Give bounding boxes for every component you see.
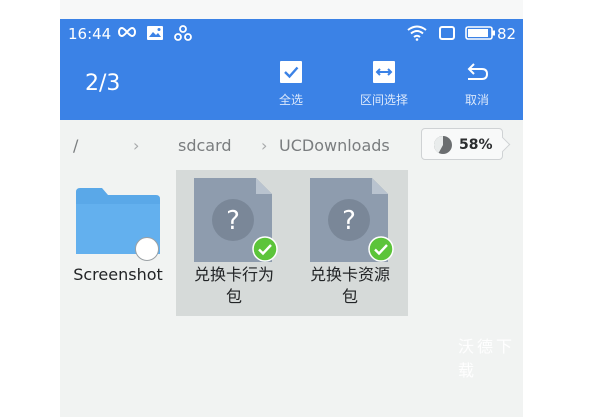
top-strip — [60, 0, 523, 19]
select-all-button[interactable]: 全选 — [251, 59, 331, 108]
file-name: Screenshot — [73, 265, 163, 284]
selection-count: 2/3 — [85, 71, 121, 96]
image-notification-icon — [147, 26, 163, 40]
chevron-right-icon: › — [261, 136, 268, 155]
chevron-right-icon: › — [133, 136, 140, 155]
breadcrumb-root[interactable]: / — [73, 136, 78, 155]
unselected-circle-icon[interactable] — [134, 236, 160, 262]
status-bar: 16:44 82 — [60, 19, 523, 49]
check-circle-icon[interactable] — [252, 236, 278, 262]
svg-text:?: ? — [226, 206, 240, 236]
status-time: 16:44 — [68, 25, 112, 43]
battery-icon — [465, 26, 495, 40]
range-select-icon — [373, 61, 395, 83]
file-name: 兑换卡资源 包 — [292, 264, 408, 308]
file-name-line-2: 包 — [341, 287, 358, 306]
storage-percent: 58% — [459, 137, 493, 153]
breadcrumb-sdcard[interactable]: sdcard — [178, 136, 232, 155]
file-name: 兑换卡行为 包 — [176, 264, 292, 308]
svg-text:?: ? — [342, 206, 356, 236]
watermark: 沃德下载 — [458, 337, 516, 380]
undo-icon — [467, 63, 489, 80]
pie-chart-icon — [434, 136, 452, 154]
battery-level: 82 — [497, 25, 517, 43]
range-select-button[interactable]: 区间选择 — [344, 59, 424, 108]
file-manager-screen: 16:44 82 2/3 全选 区间选择 取消 / › sdcard › UCD… — [60, 0, 523, 417]
cancel-label: 取消 — [464, 93, 489, 107]
wifi-icon — [407, 25, 427, 41]
file-name-line-1: 兑换卡资源 — [309, 265, 390, 284]
breadcrumb-ucdownloads[interactable]: UCDownloads — [279, 136, 390, 155]
app-bar: 16:44 82 2/3 全选 区间选择 取消 — [60, 19, 523, 120]
check-circle-icon[interactable] — [368, 236, 394, 262]
file-item-exchange-card-behavior-pack[interactable]: ? 兑换卡行为 包 — [176, 170, 292, 316]
storage-usage-button[interactable]: 58% — [421, 128, 511, 160]
range-select-label: 区间选择 — [359, 93, 408, 107]
link-icon — [174, 25, 192, 41]
screen-icon — [439, 26, 455, 40]
select-all-label: 全选 — [278, 93, 303, 107]
checkbox-icon — [280, 61, 302, 83]
cancel-button[interactable]: 取消 — [437, 59, 517, 108]
file-name-line-2: 包 — [225, 287, 242, 306]
file-name-line-1: 兑换卡行为 — [193, 265, 274, 284]
file-item-exchange-card-resource-pack[interactable]: ? 兑换卡资源 包 — [292, 170, 408, 316]
infinity-icon — [118, 26, 136, 38]
file-item-screenshot[interactable]: Screenshot — [60, 170, 176, 316]
